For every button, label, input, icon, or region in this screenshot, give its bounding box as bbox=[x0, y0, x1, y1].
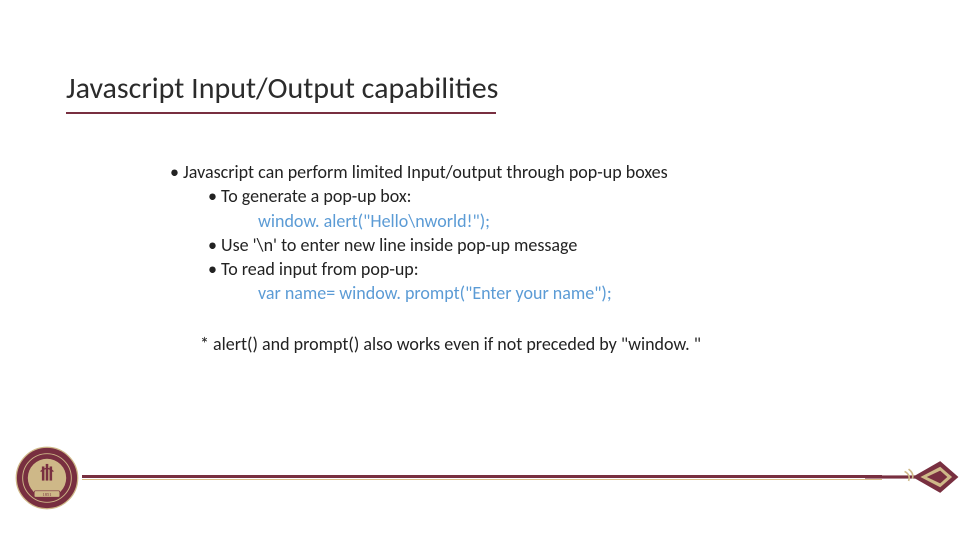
code-line: var name= window. prompt("Enter your nam… bbox=[258, 281, 890, 305]
footer-rule bbox=[82, 475, 882, 478]
slide: Javascript Input/Output capabilities • J… bbox=[0, 0, 960, 540]
bullet-item: • To read input from pop-up: bbox=[208, 257, 890, 281]
title-underline bbox=[66, 112, 496, 114]
bullet-item: • Javascript can perform limited Input/o… bbox=[170, 160, 890, 184]
bullet-item: • To generate a pop-up box: bbox=[208, 184, 890, 208]
svg-text:1851: 1851 bbox=[43, 492, 52, 497]
footnote: * alert() and prompt() also works even i… bbox=[200, 332, 890, 356]
bullet-item: • Use '\n' to enter new line inside pop-… bbox=[208, 233, 890, 257]
code-line: window. alert("Hello\nworld!"); bbox=[258, 209, 890, 233]
slide-content: • Javascript can perform limited Input/o… bbox=[170, 160, 890, 356]
slide-title: Javascript Input/Output capabilities bbox=[66, 70, 498, 107]
footer-rule-shadow bbox=[82, 479, 882, 480]
footer: 1851 bbox=[0, 440, 960, 520]
university-seal-icon: 1851 bbox=[15, 446, 79, 510]
spear-icon bbox=[865, 456, 960, 498]
